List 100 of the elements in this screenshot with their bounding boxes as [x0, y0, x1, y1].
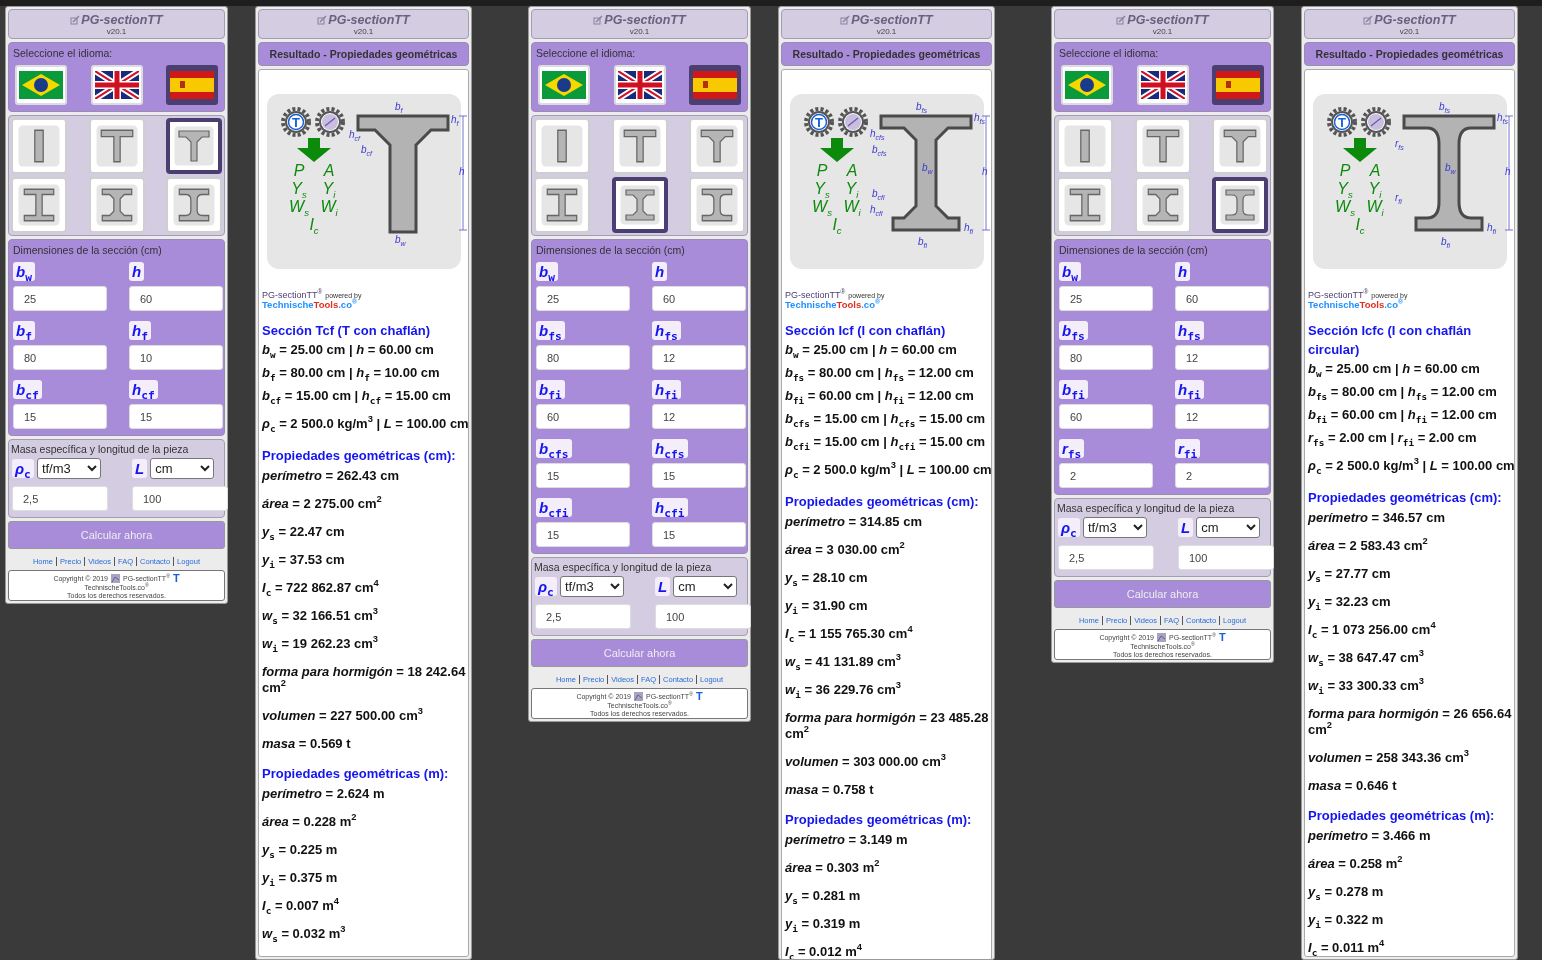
input-field[interactable]: 25 [13, 286, 107, 311]
property-symbol: P [1339, 162, 1351, 180]
dimension-label: h$_{cf}$ [349, 129, 360, 140]
unit-select[interactable]: cm [673, 576, 738, 597]
property-symbol: P [816, 162, 828, 180]
dimensions-title: Dimensiones de la sección (cm) [1059, 244, 1209, 256]
language-button[interactable] [166, 65, 218, 105]
unit-select[interactable]: tf/m3 [36, 458, 101, 479]
input-field[interactable]: 100 [132, 486, 228, 511]
down-arrow-icon [295, 138, 333, 162]
property-symbol: A [323, 162, 335, 180]
unit-select[interactable]: cm [150, 458, 215, 479]
logo-letter: T [172, 573, 180, 583]
section-type-button[interactable] [1212, 177, 1268, 233]
property-line: área = 3 030.00 cm$^{2}$ [785, 542, 906, 558]
version-label: v20.1 [106, 27, 127, 36]
input-field[interactable]: 60 [1175, 286, 1269, 311]
property-symbol: W$_{s}$ [289, 198, 309, 216]
properties-title: Propiedades geométricas (m): [785, 812, 973, 828]
property-line: I$_{c}$ = 722 862.87 cm$^{4}$ [262, 580, 380, 596]
property-line: y$_{i}$ = 37.53 cm [262, 552, 346, 568]
input-field[interactable]: 10 [129, 345, 223, 370]
dimension-label: b$_{w}$ [536, 262, 558, 281]
input-field[interactable]: 12 [652, 404, 746, 429]
dimension-label: b$_{fs}$ [536, 321, 565, 340]
input-field[interactable]: 15 [129, 404, 223, 429]
dimension-label: h$_{cfi}$ [870, 204, 883, 215]
input-field[interactable]: 80 [1059, 345, 1153, 370]
input-field[interactable]: 60 [129, 286, 223, 311]
section-type-button[interactable] [611, 177, 668, 233]
input-field[interactable]: 100 [655, 604, 751, 629]
property-line: perímetro = 3.149 m [785, 832, 909, 848]
property-symbol: Y$_{s}$ [291, 180, 307, 198]
brand-wordmark: TechnischeTools.co$^{®}$ [1308, 300, 1403, 309]
version-label: v20.1 [1399, 27, 1420, 36]
property-line: forma para hormigón = 26 656.64 cm$^{2}$ [1308, 706, 1512, 738]
input-field[interactable]: 80 [13, 345, 107, 370]
property-line: y$_{i}$ = 0.375 m [262, 870, 339, 886]
dimension-label: b$_{fi}$ [536, 380, 565, 399]
input-field[interactable]: 12 [1175, 345, 1269, 370]
input-field[interactable]: 100 [1178, 545, 1274, 570]
language-button[interactable] [689, 65, 741, 105]
cross-section-icon [619, 184, 660, 226]
property-symbol: A [1369, 162, 1381, 180]
input-field[interactable]: 2 [1175, 463, 1269, 488]
input-field[interactable]: 60 [1059, 404, 1153, 429]
input-field[interactable]: 80 [536, 345, 630, 370]
input-field[interactable]: 15 [13, 404, 107, 429]
cross-section-icon [173, 184, 215, 226]
brand-wordmark: TechnischeTools.co$^{®}$ [785, 300, 880, 309]
property-line: I$_{c}$ = 0.012 m$^{4}$ [785, 944, 863, 959]
brazil-flag-icon [1065, 71, 1109, 99]
input-field[interactable]: 2 [1059, 463, 1153, 488]
property-line: w$_{i}$ = 33 300.33 cm$^{3}$ [1308, 678, 1426, 694]
dimension-label: ρ$_{c}$ [535, 577, 557, 596]
input-field[interactable]: 2,5 [12, 486, 108, 511]
input-field[interactable]: 15 [652, 463, 746, 488]
cross-section-icon [618, 125, 661, 167]
dimension-label: h$_{cfi}$ [652, 498, 688, 517]
property-line: w$_{s}$ = 0.032 m$^{3}$ [262, 926, 347, 942]
property-symbol: Y$_{s}$ [1337, 180, 1353, 198]
input-field[interactable]: 60 [536, 404, 630, 429]
property-line: I$_{c}$ = 0.011 m$^{4}$ [1308, 940, 1386, 956]
cross-section-icon [95, 184, 138, 226]
input-field[interactable]: 2,5 [535, 604, 631, 629]
input-field[interactable]: 15 [652, 522, 746, 547]
unit-select[interactable]: tf/m3 [559, 576, 624, 597]
input-field[interactable]: 15 [536, 463, 630, 488]
input-field[interactable]: 12 [1175, 404, 1269, 429]
input-summary-line: b$_{fs}$ = 80.00 cm | h$_{fs}$ = 12.00 cm [785, 365, 975, 381]
dimension-label: L [655, 577, 671, 596]
property-line: w$_{i}$ = 19 262.23 cm$^{3}$ [262, 636, 380, 652]
input-summary-line: b$_{cfs}$ = 15.00 cm | h$_{cfs}$ = 15.00 cm [785, 411, 987, 427]
dimension-label: b$_{fi}$ [1059, 380, 1088, 399]
input-field[interactable]: 2,5 [1058, 545, 1154, 570]
section-type-button[interactable] [166, 118, 222, 174]
input-field[interactable]: 25 [1059, 286, 1153, 311]
input-field[interactable]: 15 [536, 522, 630, 547]
unit-select[interactable]: cm [1196, 517, 1261, 538]
app-title: PG-sectionTT [328, 13, 410, 27]
dimension-label: h [652, 262, 668, 281]
result-header: Resultado - Propiedades geométricas [781, 42, 992, 66]
spain-flag-icon [170, 71, 214, 99]
dimension-label: b$_{fi}$ [918, 236, 928, 247]
uk-flag-icon [94, 71, 139, 99]
property-line: área = 0.258 m$^{2}$ [1308, 856, 1404, 872]
dimension-label: b$_{f}$ [395, 101, 403, 112]
property-symbol: Y$_{i}$ [845, 180, 859, 198]
dimension-label: b$_{fs}$ [1439, 101, 1450, 112]
version-label: v20.1 [353, 27, 374, 36]
unit-select[interactable]: tf/m3 [1082, 517, 1147, 538]
app-title: PG-sectionTT [1374, 13, 1456, 27]
dimension-label: h [129, 262, 145, 281]
language-button[interactable] [1212, 65, 1264, 105]
input-field[interactable]: 60 [652, 286, 746, 311]
cross-section-icon [696, 125, 738, 167]
result-header: Resultado - Propiedades geométricas [1304, 42, 1515, 66]
input-summary-line: b$_{f}$ = 80.00 cm | h$_{f}$ = 10.00 cm [262, 365, 441, 381]
input-field[interactable]: 25 [536, 286, 630, 311]
input-field[interactable]: 12 [652, 345, 746, 370]
